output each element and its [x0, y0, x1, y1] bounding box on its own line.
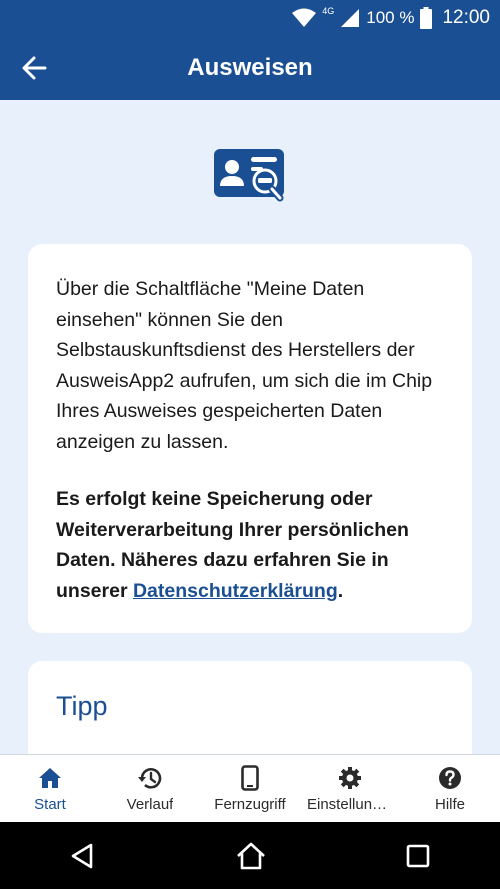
- nav-label-hilfe: Hilfe: [434, 796, 465, 813]
- nav-item-hilfe[interactable]: Hilfe: [400, 755, 500, 823]
- bottom-navigation: Start Verlauf Fernzugriff Einstellungen …: [0, 754, 500, 823]
- info-paragraph: Über die Schaltfläche "Meine Daten einse…: [56, 278, 433, 453]
- tip-title: Tipp: [56, 691, 108, 721]
- nav-label-start: Start: [34, 796, 66, 813]
- gear-icon: [339, 767, 361, 789]
- nav-label-einstellungen: Einstellungen: [307, 796, 393, 813]
- info-card: Über die Schaltfläche "Meine Daten einse…: [28, 244, 472, 633]
- help-icon: [439, 767, 461, 789]
- nav-item-fernzugriff[interactable]: Fernzugriff: [200, 755, 300, 823]
- signal-icon: [341, 9, 360, 27]
- system-home-icon[interactable]: [235, 842, 267, 870]
- clock: 12:00: [442, 7, 490, 28]
- wifi-icon: [292, 8, 317, 27]
- smartphone-icon: [241, 765, 259, 791]
- home-icon: [39, 768, 61, 788]
- page-title: Ausweisen: [187, 54, 313, 81]
- privacy-paragraph: Es erfolgt keine Speicherung oder Weiter…: [56, 484, 446, 606]
- status-bar: 4G 100 % 12:00: [0, 0, 500, 36]
- status-icons: 4G 100 % 12:00: [292, 0, 490, 36]
- history-icon: [138, 768, 162, 789]
- network-type-label: 4G: [322, 6, 335, 16]
- system-navigation-bar: [0, 822, 500, 889]
- id-card-search-icon: [214, 149, 284, 202]
- privacy-text-end: .: [337, 579, 344, 602]
- nav-item-verlauf[interactable]: Verlauf: [100, 755, 200, 823]
- app-bar: Ausweisen: [0, 36, 500, 100]
- nav-item-start[interactable]: Start: [0, 755, 100, 823]
- nav-item-einstellungen[interactable]: Einstellungen: [300, 755, 400, 823]
- system-back-icon[interactable]: [69, 842, 97, 870]
- system-recents-icon[interactable]: [405, 843, 431, 869]
- privacy-policy-link[interactable]: Datenschutzerklärung: [133, 580, 338, 602]
- nav-label-verlauf: Verlauf: [126, 796, 174, 813]
- battery-icon: [420, 7, 433, 29]
- battery-percent: 100 %: [366, 8, 415, 27]
- nav-label-fernzugriff: Fernzugriff: [214, 796, 286, 813]
